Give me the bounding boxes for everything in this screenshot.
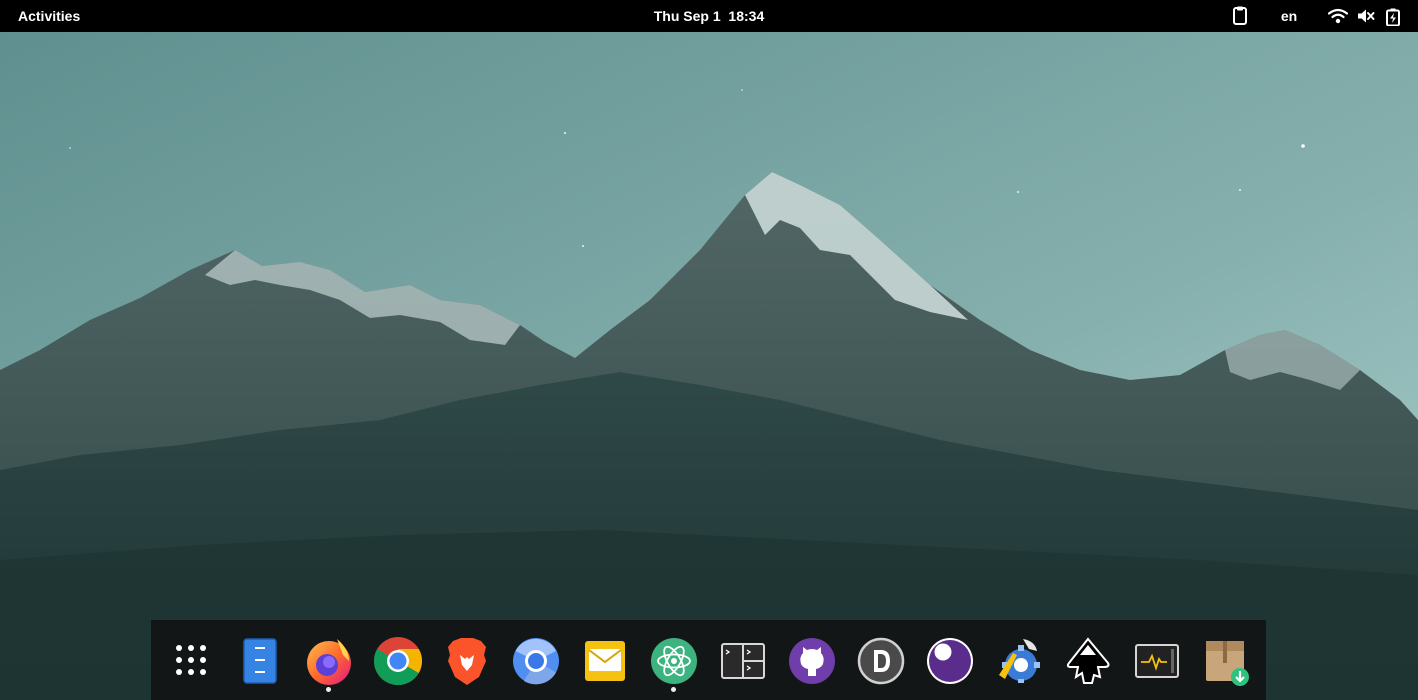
dock-item-archive-manager[interactable] — [1200, 635, 1252, 687]
brave-icon — [448, 638, 486, 685]
dock-item-settings-tweaks[interactable] — [993, 635, 1045, 687]
dock-item-files[interactable] — [234, 635, 286, 687]
terminal-icon — [721, 643, 765, 679]
github-desktop-icon — [789, 638, 835, 684]
settings-tweaks-icon — [999, 639, 1040, 683]
battery-charging-icon — [1386, 8, 1400, 26]
system-monitor-icon — [1135, 644, 1179, 678]
dock-item-system-monitor[interactable] — [1131, 635, 1183, 687]
dock-item-atom[interactable] — [648, 635, 700, 687]
dock-item-inkscape[interactable] — [1062, 635, 1114, 687]
dock-item-show-applications[interactable] — [165, 635, 217, 687]
d-app-icon — [857, 637, 905, 685]
dock-item-terminal[interactable] — [717, 635, 769, 687]
wallpaper-mountains — [0, 32, 1418, 700]
dock-item-d-app[interactable] — [855, 635, 907, 687]
eclipse-moon-icon — [927, 638, 973, 684]
clipboard-indicator[interactable] — [1228, 5, 1252, 27]
chrome-icon — [373, 637, 423, 686]
archive-manager-icon — [1206, 641, 1249, 686]
dock-item-chrome[interactable] — [372, 635, 424, 687]
dock-item-mail[interactable] — [579, 635, 631, 687]
dock-item-firefox[interactable] — [303, 635, 355, 687]
dock-item-chromium[interactable] — [510, 635, 562, 687]
wifi-icon — [1328, 8, 1348, 24]
volume-muted-icon — [1358, 9, 1375, 23]
show-applications-icon — [176, 645, 206, 675]
dock-item-brave[interactable] — [441, 635, 493, 687]
files-icon — [243, 638, 277, 684]
dock — [151, 620, 1266, 700]
atom-running-indicator — [671, 687, 676, 692]
mail-icon — [585, 641, 625, 681]
firefox-running-indicator — [326, 687, 331, 692]
activities-button[interactable]: Activities — [10, 4, 88, 28]
keyboard-language-button[interactable]: en — [1274, 4, 1304, 28]
atom-icon — [651, 638, 697, 684]
top-bar: Activities Thu Sep 1 18:34 en — [0, 0, 1418, 32]
inkscape-icon — [1066, 637, 1110, 684]
clock-date-menu[interactable]: Thu Sep 1 18:34 — [648, 4, 770, 28]
firefox-icon — [307, 639, 351, 685]
clipboard-icon — [1233, 6, 1247, 25]
desktop: Activities Thu Sep 1 18:34 en — [0, 0, 1418, 700]
dock-item-github-desktop[interactable] — [786, 635, 838, 687]
chromium-icon — [513, 638, 559, 685]
dock-item-eclipse-moon[interactable] — [924, 635, 976, 687]
system-menu[interactable] — [1320, 4, 1412, 28]
